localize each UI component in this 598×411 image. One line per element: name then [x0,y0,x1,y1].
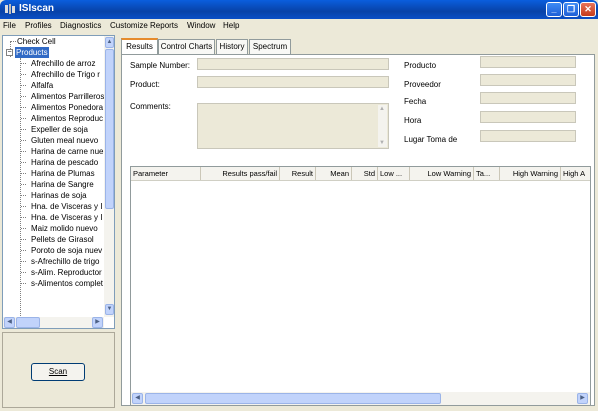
menu-window[interactable]: Window [187,21,215,30]
proveedor-label: Proveedor [404,80,441,89]
product-field[interactable] [197,76,389,88]
arrow-right-icon[interactable]: ▶ [92,317,103,328]
tree-item-label: Harina de pescado [31,158,99,167]
tree-item-label: Alimentos Parrilleros [31,92,105,101]
comments-field[interactable]: ▲ ▼ [197,103,389,149]
tab-control-charts[interactable]: Control Charts [158,39,215,54]
sample-number-label: Sample Number: [130,61,191,70]
tree-item-label: Pellets de Girasol [31,235,94,244]
menu-bar: File Profiles Diagnostics Customize Repo… [0,19,598,33]
column-header[interactable]: High Warning [500,167,561,180]
tree-item-label: Harina de carne nue [31,147,104,156]
fecha-field[interactable] [480,92,576,104]
tree-item-label: Gluten meal nuevo [31,136,99,145]
producto-label: Producto [404,61,437,70]
tree-item-label: Afrechillo de arroz [31,59,96,68]
tree-horizontal-scrollbar[interactable]: ◀ ▶ [3,317,104,328]
arrow-right-icon[interactable]: ▶ [577,393,588,404]
lugar-toma-field[interactable] [480,130,576,142]
product-label: Product: [130,80,160,89]
tree-hscroll-thumb[interactable] [16,317,40,328]
fecha-label: Fecha [404,97,427,106]
product-tree[interactable]: Check Cell − Products Afrechillo de arro… [2,35,115,329]
tree-item-label: Alimentos Ponedora [31,103,104,112]
tree-scroll-thumb[interactable] [105,49,114,209]
tree-item-label: s-Alim. Reproductor [31,268,102,277]
arrow-down-icon[interactable]: ▼ [379,140,385,146]
column-header[interactable]: High A [561,167,590,180]
arrow-up-icon[interactable]: ▲ [105,37,114,48]
lugar-toma-label: Lugar Toma de [404,135,458,144]
sample-number-field[interactable] [197,58,389,70]
menu-customize-reports[interactable]: Customize Reports [110,21,178,30]
arrow-left-icon[interactable]: ◀ [132,393,143,404]
tab-results[interactable]: Results [121,38,158,54]
arrow-left-icon[interactable]: ◀ [4,317,15,328]
column-header[interactable]: Parameter [131,167,201,180]
arrow-up-icon[interactable]: ▲ [379,106,385,112]
menu-profiles[interactable]: Profiles [25,21,52,30]
tree-item-label: Hna. de Visceras y I [31,213,103,222]
tab-history[interactable]: History [216,39,248,54]
tree-item-label: Expeller de soja [31,125,88,134]
proveedor-field[interactable] [480,74,576,86]
column-header[interactable]: Results pass/fail [201,167,280,180]
menu-help[interactable]: Help [223,21,239,30]
tab-spectrum[interactable]: Spectrum [249,39,291,54]
app-icon [5,4,15,14]
tree-item-label: Harinas de soja [31,191,87,200]
collapse-icon[interactable]: − [6,49,13,56]
comments-scrollbar[interactable]: ▲ ▼ [378,105,387,147]
grid-horizontal-scrollbar[interactable]: ◀ ▶ [131,392,590,405]
tree-item-label: Hna. de Visceras y I [31,202,103,211]
menu-diagnostics[interactable]: Diagnostics [60,21,101,30]
column-header[interactable]: Result [280,167,316,180]
tree-item-label: s-Afrechillo de trigo [31,257,100,266]
title-bar: ISIscan _ ❐ ✕ [0,0,598,19]
results-grid[interactable]: Parameter Results pass/fail Result Mean … [130,166,591,406]
close-icon[interactable]: ✕ [580,2,596,17]
menu-file[interactable]: File [3,21,16,30]
tree-item-label: Alfalfa [31,81,54,90]
tree-item-label: Alimentos Reproduc [31,114,104,123]
tree-vertical-scrollbar[interactable]: ▲ ▼ [104,36,114,317]
tree-item-label: Harina de Plumas [31,169,95,178]
column-header[interactable]: Ta... [474,167,500,180]
arrow-down-icon[interactable]: ▼ [105,304,114,315]
column-header[interactable]: Low ... [378,167,410,180]
scan-button[interactable]: Scan [31,363,85,381]
tree-item-label: Poroto de soja nuev [31,246,103,255]
minimize-icon[interactable]: _ [546,2,562,17]
hora-field[interactable] [480,111,576,123]
window-title: ISIscan [19,3,55,14]
column-header[interactable]: Mean [316,167,352,180]
comments-label: Comments: [130,102,171,111]
maximize-icon[interactable]: ❐ [563,2,579,17]
tree-item-label: Maiz molido nuevo [31,224,98,233]
hora-label: Hora [404,116,422,125]
column-header[interactable]: Std [352,167,378,180]
tree-item-label: Harina de Sangre [31,180,94,189]
tree-item-label: s-Alimentos complet [31,279,104,288]
grid-hscroll-thumb[interactable] [145,393,441,404]
column-header[interactable]: Low Warning [410,167,474,180]
producto-field[interactable] [480,56,576,68]
grid-header: Parameter Results pass/fail Result Mean … [131,167,590,181]
scan-panel: Scan [2,332,115,408]
tree-item-products[interactable]: − Products [3,47,103,58]
tree-item-label: Afrechillo de Trigo r [31,70,100,79]
